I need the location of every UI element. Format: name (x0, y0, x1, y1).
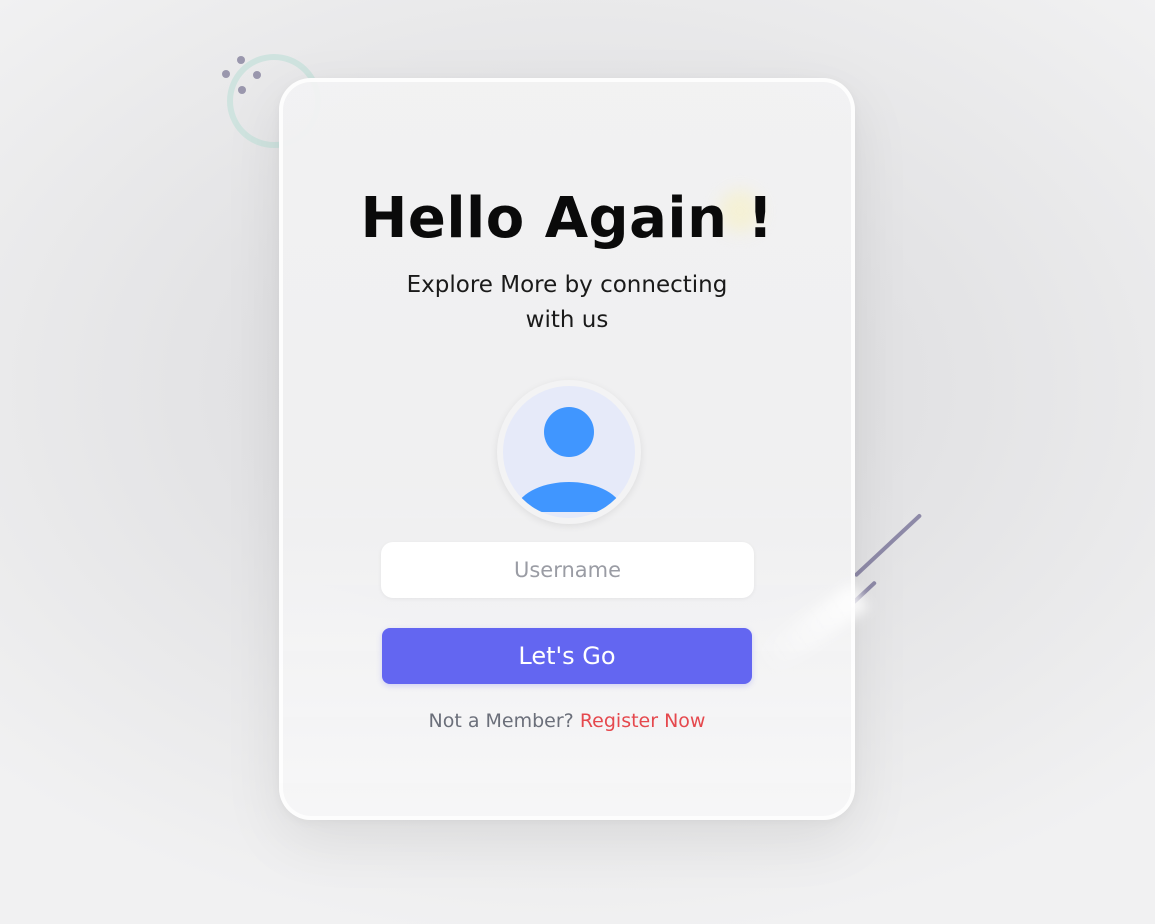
decorative-dot (238, 86, 246, 94)
login-card: Hello Again ! Explore More by connecting… (279, 78, 869, 820)
username-input[interactable] (381, 542, 754, 598)
register-row: Not a Member? Register Now (283, 710, 851, 732)
decorative-line (853, 513, 923, 578)
register-now-link[interactable]: Register Now (580, 710, 706, 732)
avatar (497, 380, 641, 524)
decorative-dot (253, 71, 261, 79)
lets-go-button[interactable]: Let's Go (382, 628, 752, 684)
register-prompt: Not a Member? (428, 710, 580, 732)
decorative-streak (753, 583, 869, 677)
decorative-dot (222, 70, 230, 78)
decorative-dot (237, 56, 245, 64)
page-title: Hello Again ! (360, 186, 774, 251)
user-icon (513, 407, 625, 512)
page-subtitle: Explore More by connecting with us (406, 272, 728, 333)
